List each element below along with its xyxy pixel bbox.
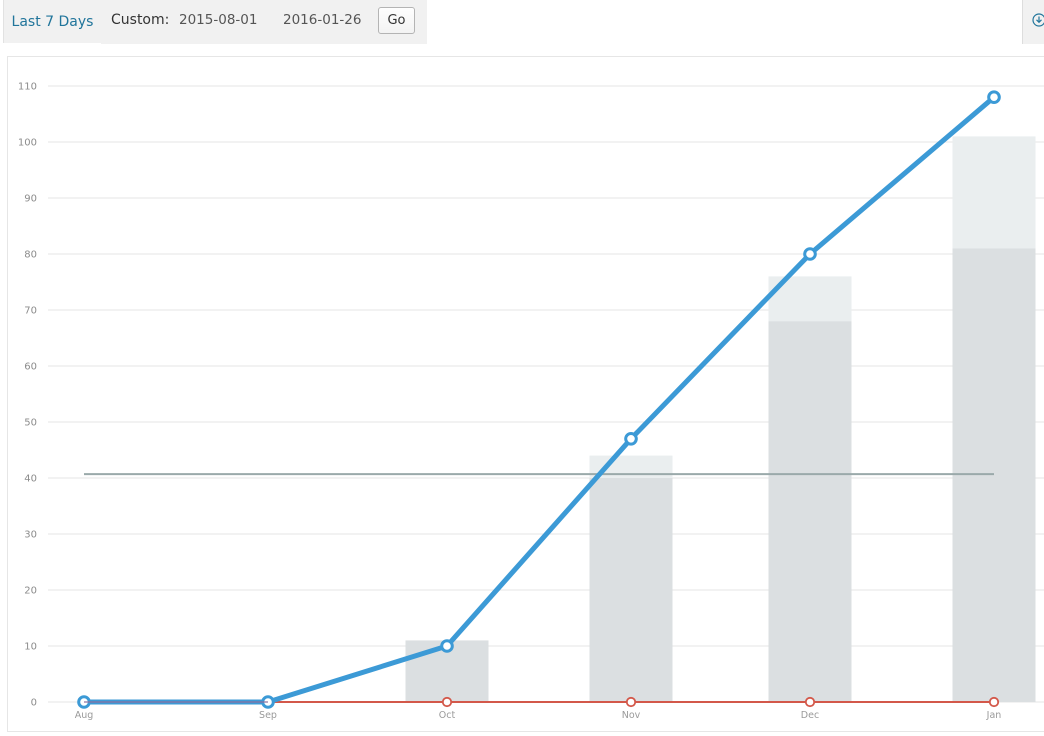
y-tick-label: 60 bbox=[24, 362, 37, 373]
secondary-series-point bbox=[441, 696, 453, 708]
primary-series-line bbox=[84, 95, 996, 705]
x-tick-label: Sep bbox=[259, 710, 277, 721]
primary-series-point bbox=[987, 90, 1001, 105]
bar-bottom-segment bbox=[768, 321, 852, 702]
monthly-chart: 0 10 20 30 40 50 60 70 80 90 100 110 Aug Sep Oct Nov Dec… bbox=[18, 82, 1044, 722]
y-tick-label: 100 bbox=[18, 138, 37, 149]
last-7-days-tab[interactable]: Last 7 Days bbox=[3, 0, 102, 43]
x-tick-label: Jan bbox=[986, 710, 1002, 721]
y-tick-label: 30 bbox=[24, 530, 37, 541]
bar-bottom-segment bbox=[952, 248, 1036, 702]
bar-bottom-segment bbox=[589, 478, 673, 702]
custom-range-group: Custom: 2015-08-01 2016-01-26 Go bbox=[101, 0, 427, 44]
end-date-input[interactable]: 2016-01-26 bbox=[283, 12, 361, 28]
primary-series-point bbox=[440, 639, 454, 653]
y-tick-label: 50 bbox=[24, 418, 37, 429]
bar-top-segment bbox=[952, 136, 1036, 249]
start-date-input[interactable]: 2015-08-01 bbox=[179, 12, 257, 28]
y-tick-label: 80 bbox=[24, 250, 37, 261]
grid-layer bbox=[48, 85, 1044, 703]
secondary-series-point bbox=[988, 696, 1000, 708]
date-range-toolbar: Last 7 Days Custom: 2015-08-01 2016-01-2… bbox=[0, 0, 1044, 44]
y-tick-label: 90 bbox=[24, 194, 37, 205]
y-tick-label: 40 bbox=[24, 474, 37, 485]
axis-label-layer: 0 10 20 30 40 50 60 70 80 90 100 110 Aug Sep Oct Nov Dec… bbox=[18, 82, 1001, 722]
y-tick-label: 110 bbox=[18, 82, 37, 93]
go-button[interactable]: Go bbox=[378, 7, 415, 34]
toolbar-right-area bbox=[1022, 0, 1044, 44]
y-tick-label: 10 bbox=[24, 642, 37, 653]
x-tick-label: Aug bbox=[75, 710, 94, 721]
bar-layer bbox=[405, 136, 1036, 702]
y-tick-label: 70 bbox=[24, 306, 37, 317]
secondary-series-point bbox=[804, 696, 816, 708]
y-tick-label: 20 bbox=[24, 586, 37, 597]
chart-panel: 0 10 20 30 40 50 60 70 80 90 100 110 Aug Sep Oct Nov Dec… bbox=[7, 56, 1044, 732]
line-layer bbox=[77, 90, 1001, 709]
primary-series-point bbox=[803, 247, 817, 261]
custom-label: Custom: bbox=[111, 12, 170, 28]
y-tick-label: 0 bbox=[31, 698, 37, 709]
x-tick-label: Oct bbox=[439, 710, 456, 721]
secondary-series-point bbox=[625, 696, 637, 708]
primary-series-point bbox=[624, 432, 638, 446]
x-tick-label: Dec bbox=[801, 710, 819, 721]
download-icon[interactable] bbox=[1032, 13, 1044, 27]
x-tick-label: Nov bbox=[622, 710, 641, 721]
